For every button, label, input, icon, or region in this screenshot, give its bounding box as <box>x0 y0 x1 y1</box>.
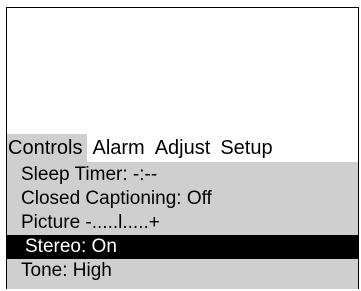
menu-item-sleep-timer[interactable]: Sleep Timer: -:-- <box>7 163 358 187</box>
menu-item-stereo[interactable]: Stereo: On <box>7 235 358 259</box>
menu-item-picture[interactable]: Picture -.....l.....+ <box>7 211 358 235</box>
menu-item-closed-captioning[interactable]: Closed Captioning: Off <box>7 187 358 211</box>
tab-alarm[interactable]: Alarm <box>87 134 149 162</box>
controls-menu-panel: Sleep Timer: -:-- Closed Captioning: Off… <box>7 162 358 289</box>
menu-item-tone[interactable]: Tone: High <box>7 259 358 283</box>
tab-controls[interactable]: Controls <box>7 134 88 162</box>
tab-adjust[interactable]: Adjust <box>150 134 216 162</box>
tab-setup[interactable]: Setup <box>215 134 277 162</box>
menu-bar: Controls Alarm Adjust Setup <box>7 134 358 162</box>
tv-osd-frame: Controls Alarm Adjust Setup Sleep Timer:… <box>6 7 359 289</box>
